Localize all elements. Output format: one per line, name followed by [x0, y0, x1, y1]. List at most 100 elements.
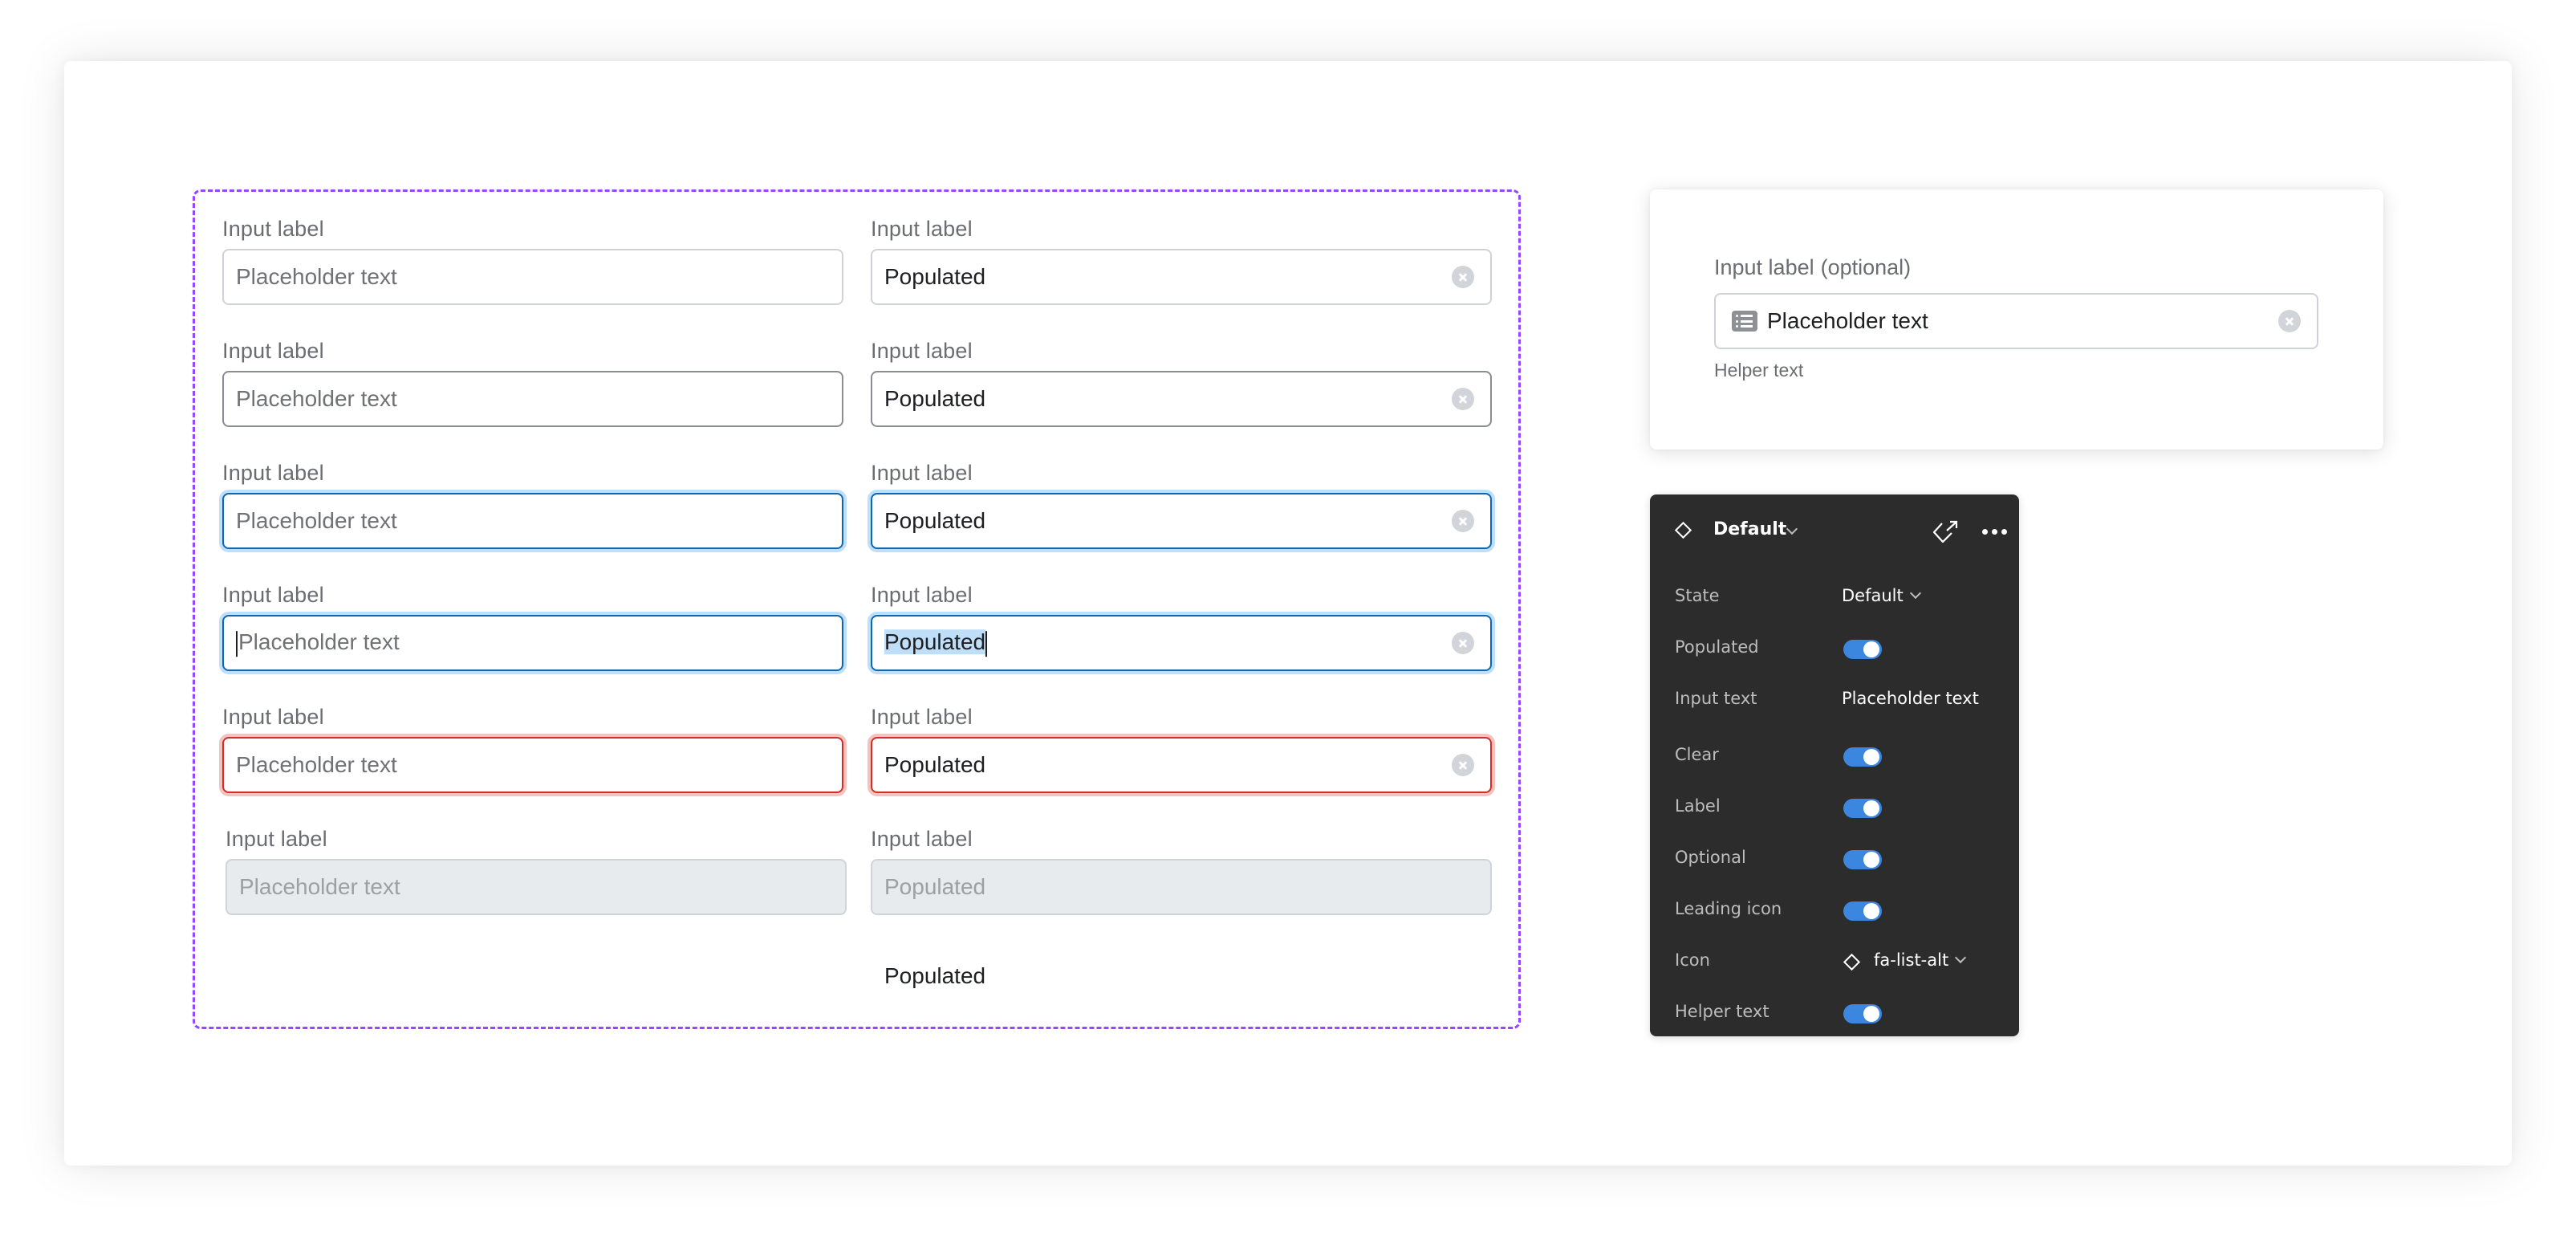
clear-icon[interactable]	[2278, 310, 2301, 332]
property-state: State Default	[1650, 580, 2019, 612]
input-text: Placeholder text	[236, 264, 397, 289]
input-label: Input label	[871, 339, 973, 363]
input-field: Placeholder text	[226, 859, 847, 915]
property-leading-icon: Leading icon	[1650, 893, 2019, 925]
input-value: Populated	[884, 752, 985, 778]
input-text: Populated	[884, 874, 986, 899]
preview-input[interactable]: Placeholder text	[1714, 293, 2318, 349]
instance-name: fa-list-alt	[1874, 950, 1949, 970]
property-label: Optional	[1675, 848, 1746, 867]
input-value: Populated	[884, 508, 985, 534]
property-helper-text: Helper text	[1650, 995, 2019, 1028]
instance-swap-dropdown[interactable]: fa-list-alt	[1874, 950, 1967, 970]
property-label: Leading icon	[1675, 899, 1782, 918]
chevron-down-icon	[1909, 587, 1921, 600]
list-alt-icon	[1732, 311, 1757, 332]
input-field[interactable]: Placeholder text	[222, 371, 843, 427]
input-label: Input label	[222, 217, 324, 241]
input-placeholder: Placeholder text	[236, 264, 397, 290]
toggle-switch[interactable]	[1843, 747, 1882, 767]
property-label: Label	[1650, 790, 2019, 822]
state-dropdown[interactable]: Default	[1842, 586, 1921, 605]
input-text: Populated	[884, 752, 986, 777]
input-value: Populated	[884, 264, 985, 290]
go-to-main-component-icon[interactable]	[1931, 519, 1963, 546]
input-text: Placeholder text	[236, 752, 397, 777]
clear-icon[interactable]	[1452, 388, 1474, 410]
property-clear: Clear	[1650, 739, 2019, 771]
input-field: Populated	[871, 859, 1492, 915]
input-field[interactable]: Populated	[871, 615, 1492, 671]
input-text: Populated	[884, 386, 986, 411]
text-caret	[236, 630, 238, 657]
input-text: Placeholder text	[236, 508, 397, 533]
property-populated: Populated	[1650, 631, 2019, 663]
component-diamond-icon	[1843, 953, 1861, 971]
input-value: Populated	[884, 874, 985, 900]
input-label: Input label	[871, 827, 973, 851]
clear-icon[interactable]	[1452, 266, 1474, 288]
property-value: Placeholder text	[1842, 689, 1979, 708]
input-text: Populated	[884, 264, 986, 289]
preview-label-text: Input label	[1714, 255, 1814, 279]
input-label: Input label	[226, 827, 327, 851]
input-label: Input label	[222, 339, 324, 363]
properties-panel: Default State Default Populated Input text P…	[1650, 494, 2019, 1036]
input-field[interactable]: Populated	[871, 493, 1492, 549]
input-field[interactable]: Populated	[871, 737, 1492, 793]
input-field[interactable]: Populated	[871, 249, 1492, 305]
variant-name[interactable]: Default	[1713, 519, 1786, 539]
property-label: Icon	[1675, 950, 1710, 970]
chevron-down-icon	[1955, 951, 1967, 964]
input-field[interactable]: Populated	[871, 371, 1492, 427]
input-text-value[interactable]: Placeholder text	[1842, 689, 1979, 708]
input-placeholder: Placeholder text	[236, 508, 397, 534]
input-field[interactable]: Placeholder text	[222, 249, 843, 305]
more-icon[interactable]	[1982, 529, 2008, 535]
property-label: Clear	[1675, 745, 1719, 764]
property-optional: Optional	[1650, 841, 2019, 873]
preview-input-text: Placeholder text	[1767, 308, 1928, 333]
input-label: Input label	[222, 705, 324, 729]
chevron-down-icon[interactable]	[1786, 523, 1798, 535]
property-value: Default	[1842, 586, 1904, 605]
input-text: Populated	[884, 508, 986, 533]
property-label: State	[1675, 586, 1720, 605]
toggle-switch[interactable]	[1843, 799, 1882, 818]
input-label: Input label	[871, 217, 973, 241]
input-placeholder: Placeholder text	[236, 629, 400, 657]
toggle-switch[interactable]	[1843, 901, 1882, 921]
clear-icon[interactable]	[1452, 754, 1474, 776]
preview-helper-text: Helper text	[1714, 360, 1804, 380]
preview-label: Input label (optional)	[1714, 255, 1911, 280]
toggle-switch[interactable]	[1843, 640, 1882, 659]
text-caret	[985, 630, 988, 657]
input-label: Input label	[222, 461, 324, 485]
populated-text-layer[interactable]: Populated	[884, 963, 985, 989]
input-field[interactable]: Placeholder text	[222, 493, 843, 549]
clear-icon[interactable]	[1452, 632, 1474, 654]
preview-optional-text: (optional)	[1820, 255, 1912, 279]
preview-card: Input label (optional) Placeholder text H…	[1650, 189, 2383, 450]
input-label: Input label	[871, 461, 973, 485]
property-label: Label	[1675, 796, 1721, 816]
input-placeholder: Placeholder text	[236, 386, 397, 412]
toggle-switch[interactable]	[1843, 850, 1882, 869]
input-label: Input label	[222, 583, 324, 607]
input-text: Placeholder text	[239, 874, 400, 899]
input-placeholder: Placeholder text	[239, 874, 400, 900]
component-diamond-icon	[1674, 521, 1692, 539]
input-field[interactable]: Placeholder text	[222, 737, 843, 793]
input-label: Input label	[871, 583, 973, 607]
input-placeholder: Placeholder text	[236, 752, 397, 778]
input-value: Populated	[884, 386, 985, 412]
panel-header: Default	[1650, 494, 2019, 567]
property-label: Input text	[1675, 689, 1757, 708]
toggle-switch[interactable]	[1843, 1004, 1882, 1023]
property-label: Populated	[1675, 637, 1759, 657]
property-icon: Icon fa-list-alt	[1650, 944, 2019, 976]
input-text: Placeholder text	[238, 629, 400, 655]
input-field[interactable]: Placeholder text	[222, 615, 843, 671]
clear-icon[interactable]	[1452, 510, 1474, 532]
input-text: Placeholder text	[236, 386, 397, 411]
